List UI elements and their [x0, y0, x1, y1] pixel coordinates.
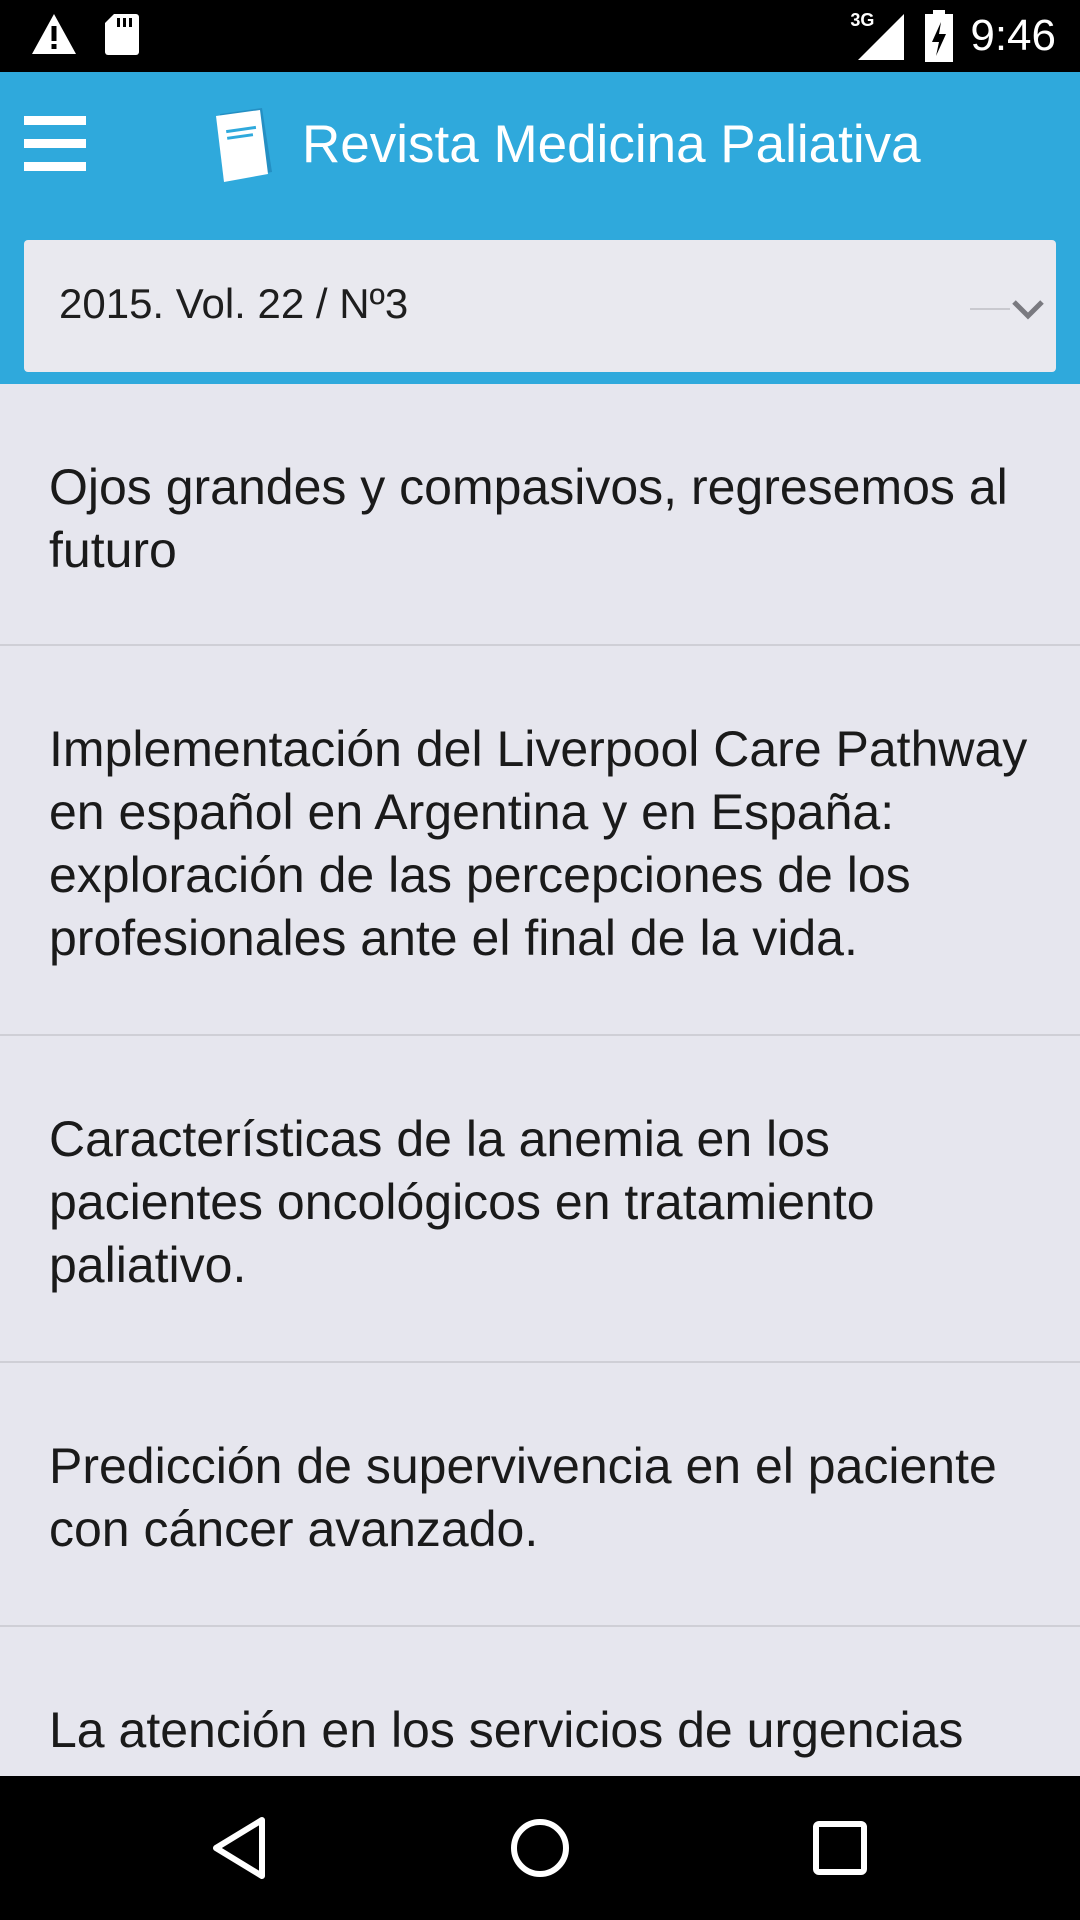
- article-title: Ojos grandes y compasivos, regresemos al…: [49, 459, 1008, 578]
- chevron-down-icon: [1012, 300, 1044, 320]
- article-list-item[interactable]: Características de la anemia en los paci…: [0, 1036, 1080, 1363]
- article-title: Implementación del Liverpool Care Pathwa…: [49, 721, 1028, 966]
- article-list: Ojos grandes y compasivos, regresemos al…: [0, 384, 1080, 1776]
- issue-selector[interactable]: 2015. Vol. 22 / Nº3: [24, 240, 1056, 372]
- app-title: Revista Medicina Paliativa: [302, 115, 921, 174]
- article-list-item[interactable]: Ojos grandes y compasivos, regresemos al…: [0, 384, 1080, 646]
- sd-card-icon: [105, 14, 139, 55]
- journal-logo-icon: [216, 108, 272, 182]
- dropdown-divider: [970, 308, 1010, 310]
- status-bar-system: 3G 9:46: [850, 8, 1056, 64]
- home-icon: [511, 1819, 569, 1877]
- article-title: La atención en los servicios de urgencia…: [49, 1702, 964, 1758]
- status-bar: 3G 9:46: [0, 0, 1080, 72]
- back-icon: [213, 1817, 265, 1879]
- article-list-item[interactable]: Predicción de supervivencia en el pacien…: [0, 1363, 1080, 1627]
- app-bar: Revista Medicina Paliativa 2015. Vol. 22…: [0, 72, 1080, 384]
- signal-3g-icon: 3G: [850, 8, 908, 64]
- back-button[interactable]: [194, 1802, 286, 1894]
- article-list-item[interactable]: La atención en los servicios de urgencia…: [0, 1627, 1080, 1776]
- navigation-bar: [0, 1776, 1080, 1920]
- issue-selector-value: 2015. Vol. 22 / Nº3: [59, 280, 409, 327]
- recents-button[interactable]: [794, 1802, 886, 1894]
- article-title: Características de la anemia en los paci…: [49, 1111, 875, 1293]
- battery-charging-icon: [925, 10, 954, 62]
- article-title: Predicción de supervivencia en el pacien…: [49, 1438, 997, 1557]
- status-bar-notifications: [30, 12, 140, 56]
- article-list-item[interactable]: Implementación del Liverpool Care Pathwa…: [0, 646, 1080, 1036]
- home-button[interactable]: [494, 1802, 586, 1894]
- clock: 9:46: [970, 11, 1056, 60]
- recents-icon: [813, 1821, 867, 1875]
- warning-icon: [32, 14, 76, 54]
- menu-button[interactable]: [24, 116, 86, 172]
